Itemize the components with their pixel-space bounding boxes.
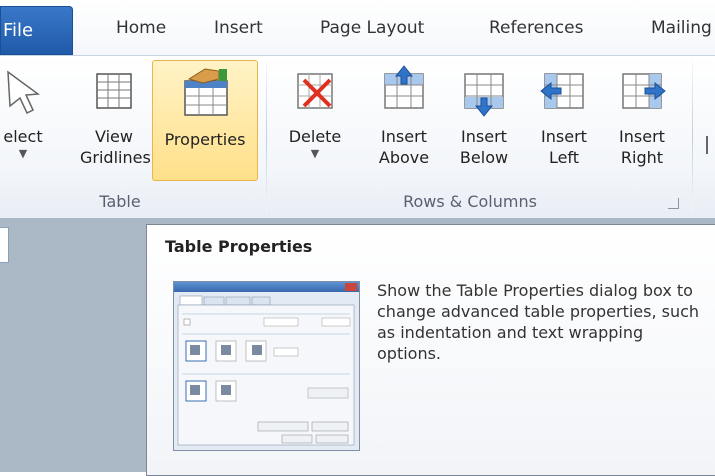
ribbon: elect ▼ View Gridlines Properties Table … (0, 55, 715, 219)
group-divider (692, 62, 693, 212)
insert-above-button[interactable]: Insert Above (372, 64, 436, 168)
tab-mailings[interactable]: Mailing (651, 18, 712, 38)
delete-button-label: Delete (288, 127, 342, 146)
tooltip-description: Show the Table Properties dialog box to … (377, 281, 700, 363)
delete-table-icon (297, 73, 333, 109)
view-gridlines-button[interactable]: View Gridlines (80, 64, 151, 168)
group-divider (266, 62, 267, 212)
select-button-label: elect (3, 127, 43, 146)
insert-above-label-1: Insert (381, 127, 427, 146)
insert-row-above-icon (384, 65, 424, 109)
insert-right-label-2: Right (620, 148, 664, 167)
insert-below-label-2: Below (459, 148, 509, 167)
table-group-label: Table (99, 192, 141, 211)
select-button[interactable]: elect ▼ (0, 64, 50, 161)
view-gridlines-label-2: Gridlines (80, 148, 151, 167)
insert-row-below-icon (464, 73, 504, 117)
view-gridlines-label-1: View (95, 127, 133, 146)
dialog-preview-image (177, 295, 355, 446)
chevron-down-icon: ▼ (310, 147, 320, 160)
insert-right-label-1: Insert (619, 127, 665, 146)
table-properties-dialog-preview (173, 281, 360, 451)
insert-right-button[interactable]: Insert Right (610, 64, 674, 168)
insert-below-button[interactable]: Insert Below (452, 64, 516, 168)
next-button-partial[interactable] (706, 136, 708, 154)
chevron-down-icon: ▼ (18, 147, 28, 160)
ribbon-tab-strip: File Home Insert Page Layout References … (0, 0, 715, 55)
insert-left-label-1: Insert (541, 127, 587, 146)
table-properties-icon (184, 68, 228, 116)
tab-references[interactable]: References (489, 18, 583, 38)
properties-button[interactable]: Properties (152, 60, 258, 181)
dialog-launcher-icon[interactable] (668, 198, 679, 209)
tab-file[interactable]: File (0, 6, 73, 55)
super-tooltip: Table Properties Show the Table Properti… (146, 224, 715, 476)
delete-button[interactable]: Delete ▼ (278, 64, 352, 161)
insert-left-label-2: Left (548, 148, 580, 167)
ruler-toggle[interactable] (0, 227, 9, 263)
properties-button-label: Properties (164, 130, 246, 149)
cursor-arrow-icon (7, 70, 41, 115)
preview-title-bar (174, 282, 359, 292)
tab-home[interactable]: Home (116, 18, 166, 38)
insert-above-label-2: Above (378, 148, 430, 167)
rows-columns-group-label: Rows & Columns (403, 192, 537, 211)
tab-page-layout[interactable]: Page Layout (320, 18, 424, 38)
insert-column-right-icon (622, 73, 666, 109)
tab-insert[interactable]: Insert (214, 18, 263, 38)
gridlines-icon (96, 73, 132, 109)
insert-below-label-1: Insert (461, 127, 507, 146)
tooltip-title: Table Properties (165, 237, 313, 256)
insert-left-button[interactable]: Insert Left (532, 64, 596, 168)
close-icon (345, 283, 357, 291)
insert-column-left-icon (540, 73, 584, 109)
